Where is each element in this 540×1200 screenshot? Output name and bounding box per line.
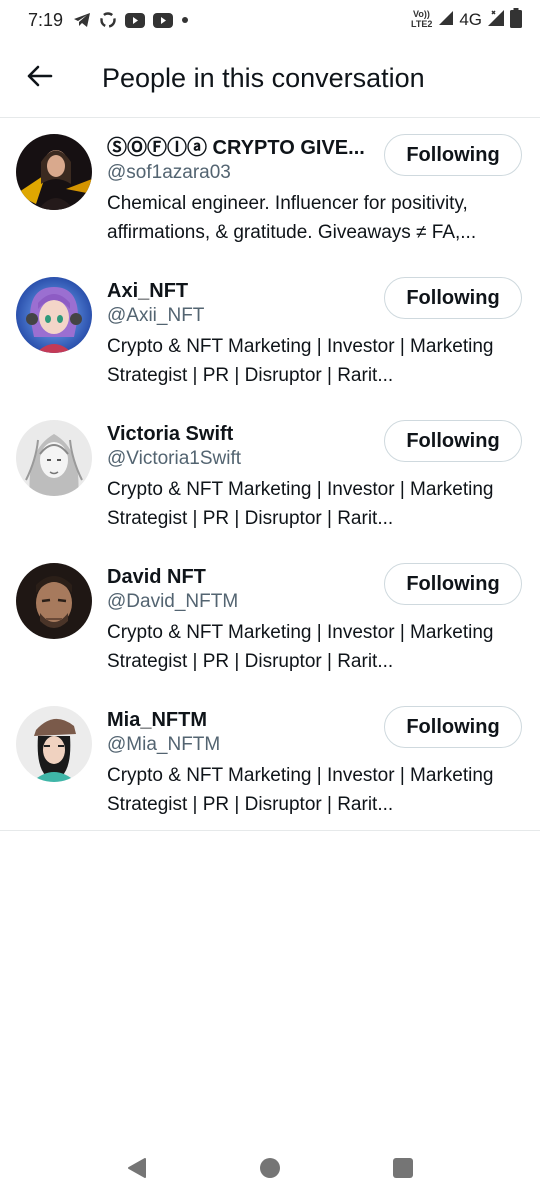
svg-text:LTE2: LTE2 [411, 19, 432, 28]
person-row[interactable]: Victoria Swift @Victoria1Swift Following… [0, 404, 540, 547]
person-row[interactable]: David NFT @David_NFTM Following Crypto &… [0, 547, 540, 690]
handle[interactable]: @Mia_NFTM [107, 733, 376, 757]
avatar[interactable] [16, 420, 92, 496]
name-row: Axi_NFT @Axii_NFT Following [107, 277, 522, 328]
telegram-icon [73, 12, 91, 28]
bio: Crypto & NFT Marketing | Investor | Mark… [107, 479, 494, 529]
page-title: People in this conversation [102, 63, 425, 93]
avatar[interactable] [16, 563, 92, 639]
home-circle-icon [259, 1157, 281, 1184]
names: Mia_NFTM @Mia_NFTM [107, 706, 376, 757]
youtube-icon [153, 12, 174, 28]
display-name[interactable]: ⓈⓄⒻⒾⓐ CRYPTO GIVE... [107, 136, 372, 160]
names: ⓈⓄⒻⒾⓐ CRYPTO GIVE... @sof1azara03 [107, 134, 376, 185]
following-button[interactable]: Following [384, 134, 522, 176]
person-info: Victoria Swift @Victoria1Swift Following… [107, 420, 522, 547]
status-bar: 7:19 Vo)) LTE2 4G [0, 0, 540, 40]
person-info: Mia_NFTM @Mia_NFTM Following Crypto & NF… [107, 706, 522, 830]
name-row: David NFT @David_NFTM Following [107, 563, 522, 614]
bio: Chemical engineer. Influencer for positi… [107, 193, 477, 243]
bio: Crypto & NFT Marketing | Investor | Mark… [107, 622, 494, 672]
arrow-left-icon [27, 65, 53, 92]
youtube-icon [125, 12, 146, 28]
network-type: 4G [459, 10, 482, 29]
status-time: 7:19 [28, 9, 64, 30]
name-row: ⓈⓄⒻⒾⓐ CRYPTO GIVE... @sof1azara03 Follow… [107, 134, 522, 185]
handle[interactable]: @Victoria1Swift [107, 447, 376, 471]
following-button[interactable]: Following [384, 563, 522, 605]
display-name[interactable]: Axi_NFT [107, 279, 372, 303]
display-name[interactable]: David NFT [107, 565, 372, 589]
person-info: David NFT @David_NFTM Following Crypto &… [107, 563, 522, 690]
person-info: ⓈⓄⒻⒾⓐ CRYPTO GIVE... @sof1azara03 Follow… [107, 134, 522, 261]
names: Axi_NFT @Axii_NFT [107, 277, 376, 328]
person-info: Axi_NFT @Axii_NFT Following Crypto & NFT… [107, 277, 522, 404]
bio: Crypto & NFT Marketing | Investor | Mark… [107, 765, 494, 815]
recents-square-icon [392, 1157, 414, 1184]
nav-back-button[interactable] [107, 1140, 167, 1200]
wifi-signal-icon [488, 9, 504, 31]
display-name[interactable]: Mia_NFTM [107, 708, 372, 732]
header: People in this conversation [0, 40, 540, 118]
notification-icons [73, 11, 189, 29]
following-button[interactable]: Following [384, 420, 522, 462]
system-nav-bar [0, 1140, 540, 1200]
nav-recents-button[interactable] [373, 1140, 433, 1200]
avatar[interactable] [16, 277, 92, 353]
person-row[interactable]: ⓈⓄⒻⒾⓐ CRYPTO GIVE... @sof1azara03 Follow… [0, 118, 540, 261]
dot-icon [181, 16, 189, 24]
recycle-icon [99, 11, 117, 29]
back-button[interactable] [0, 40, 80, 118]
avatar[interactable] [16, 134, 92, 210]
battery-icon [510, 7, 522, 33]
name-row: Mia_NFTM @Mia_NFTM Following [107, 706, 522, 757]
handle[interactable]: @David_NFTM [107, 590, 376, 614]
display-name[interactable]: Victoria Swift [107, 422, 372, 446]
bio: Crypto & NFT Marketing | Investor | Mark… [107, 336, 494, 386]
person-row[interactable]: Axi_NFT @Axii_NFT Following Crypto & NFT… [0, 261, 540, 404]
list-divider [0, 830, 540, 831]
signal-icon [439, 10, 454, 30]
names: David NFT @David_NFTM [107, 563, 376, 614]
following-button[interactable]: Following [384, 706, 522, 748]
status-right: Vo)) LTE2 4G [411, 7, 522, 33]
nav-home-button[interactable] [240, 1140, 300, 1200]
handle[interactable]: @sof1azara03 [107, 161, 376, 185]
avatar[interactable] [16, 706, 92, 782]
people-list: ⓈⓄⒻⒾⓐ CRYPTO GIVE... @sof1azara03 Follow… [0, 118, 540, 830]
svg-text:Vo)): Vo)) [413, 9, 430, 19]
following-button[interactable]: Following [384, 277, 522, 319]
volte-icon: Vo)) LTE2 [411, 8, 433, 33]
handle[interactable]: @Axii_NFT [107, 304, 376, 328]
person-row[interactable]: Mia_NFTM @Mia_NFTM Following Crypto & NF… [0, 690, 540, 830]
back-triangle-icon [126, 1157, 148, 1184]
name-row: Victoria Swift @Victoria1Swift Following [107, 420, 522, 471]
names: Victoria Swift @Victoria1Swift [107, 420, 376, 471]
